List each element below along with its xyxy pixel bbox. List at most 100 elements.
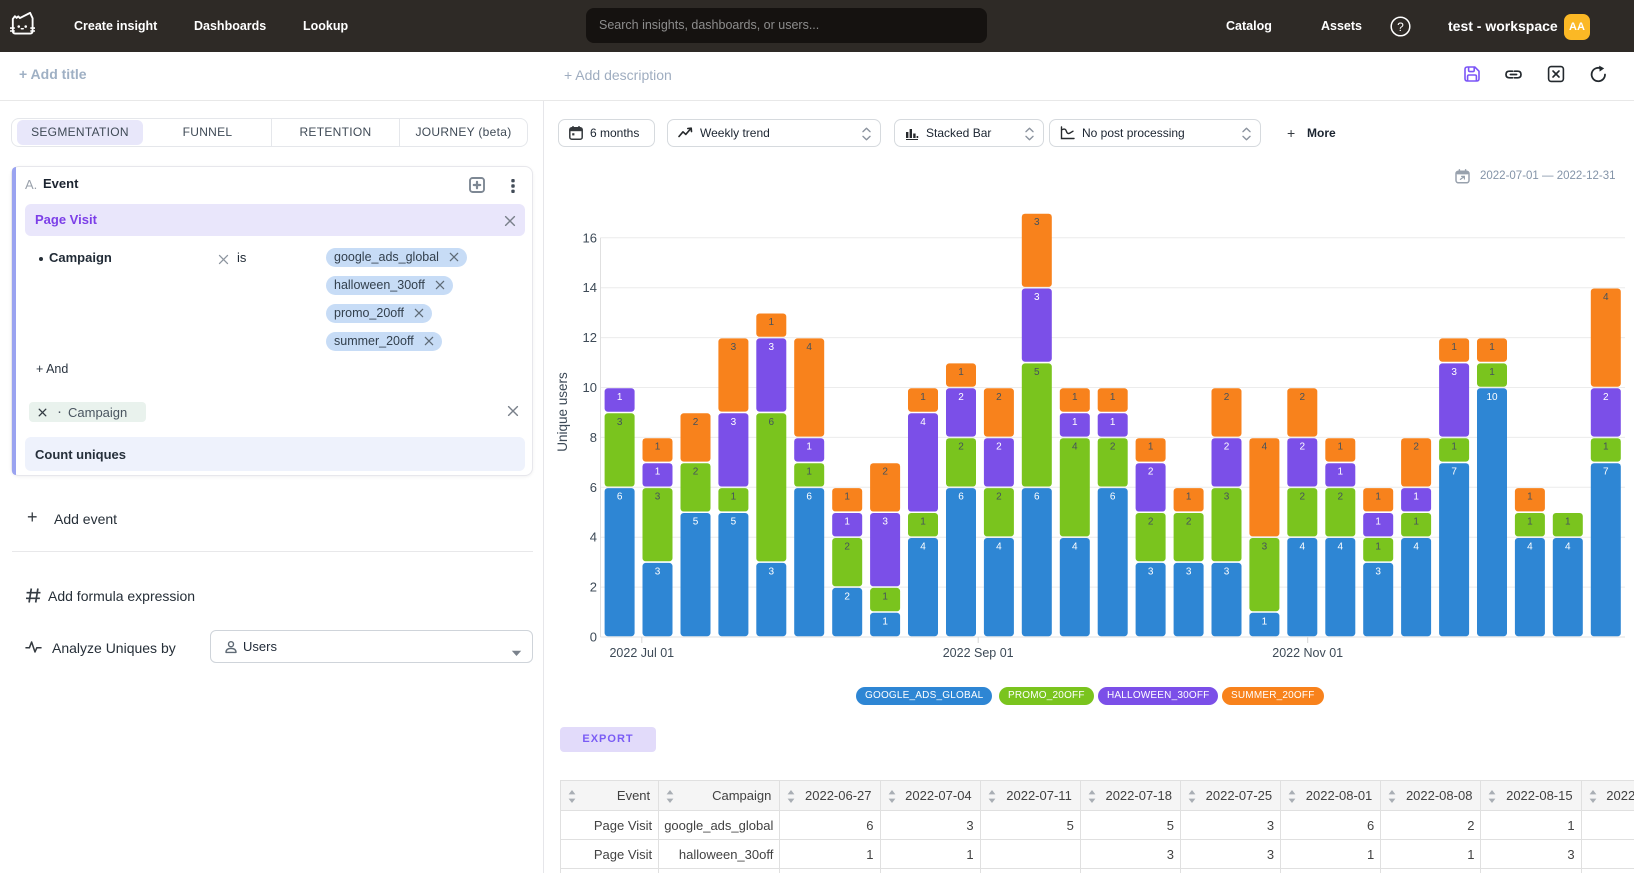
svg-text:2: 2	[1603, 392, 1609, 403]
svg-text:2: 2	[1224, 442, 1230, 453]
svg-text:5: 5	[731, 517, 737, 528]
svg-text:4: 4	[1527, 542, 1533, 553]
svg-text:1: 1	[731, 492, 737, 503]
svg-text:6: 6	[769, 417, 775, 428]
svg-text:6: 6	[590, 480, 597, 495]
svg-text:6: 6	[1110, 492, 1116, 503]
svg-text:1: 1	[844, 517, 850, 528]
svg-text:1: 1	[1413, 492, 1419, 503]
svg-text:3: 3	[769, 566, 775, 577]
svg-text:4: 4	[590, 530, 597, 545]
svg-text:6: 6	[806, 492, 812, 503]
svg-text:2: 2	[996, 492, 1002, 503]
svg-text:3: 3	[1034, 217, 1040, 228]
svg-text:3: 3	[731, 417, 737, 428]
svg-text:1: 1	[882, 591, 888, 602]
svg-text:3: 3	[1186, 566, 1192, 577]
svg-text:4: 4	[1413, 542, 1419, 553]
svg-text:2: 2	[882, 467, 888, 478]
svg-text:12: 12	[583, 330, 597, 345]
svg-text:2: 2	[996, 442, 1002, 453]
svg-text:2: 2	[1413, 442, 1419, 453]
svg-text:1: 1	[844, 492, 850, 503]
svg-text:7: 7	[1603, 467, 1609, 478]
svg-text:1: 1	[1148, 442, 1154, 453]
svg-text:1: 1	[1072, 392, 1078, 403]
svg-text:2: 2	[1300, 392, 1306, 403]
svg-text:4: 4	[1072, 542, 1078, 553]
svg-text:5: 5	[1034, 367, 1040, 378]
svg-text:2: 2	[1300, 442, 1306, 453]
svg-text:1: 1	[882, 616, 888, 627]
svg-text:6: 6	[1034, 492, 1040, 503]
svg-text:0: 0	[590, 630, 597, 645]
svg-text:1: 1	[920, 517, 926, 528]
svg-text:1: 1	[655, 467, 661, 478]
svg-text:1: 1	[1375, 542, 1381, 553]
svg-text:1: 1	[1110, 392, 1116, 403]
svg-text:3: 3	[1224, 566, 1230, 577]
svg-text:3: 3	[617, 417, 623, 428]
svg-text:1: 1	[1375, 517, 1381, 528]
svg-text:1: 1	[1110, 417, 1116, 428]
svg-text:3: 3	[655, 492, 661, 503]
svg-text:1: 1	[1186, 492, 1192, 503]
svg-text:4: 4	[920, 542, 926, 553]
svg-text:1: 1	[769, 317, 775, 328]
svg-text:4: 4	[996, 542, 1002, 553]
svg-text:4: 4	[1338, 542, 1344, 553]
svg-text:?: ?	[1397, 20, 1404, 34]
svg-text:1: 1	[1338, 442, 1344, 453]
svg-text:1: 1	[1489, 342, 1495, 353]
svg-text:1: 1	[617, 392, 623, 403]
svg-text:1: 1	[1527, 492, 1533, 503]
svg-text:4: 4	[1603, 292, 1609, 303]
svg-text:2: 2	[693, 467, 699, 478]
svg-text:1: 1	[1527, 517, 1533, 528]
svg-text:2: 2	[1338, 492, 1344, 503]
svg-text:Unique users: Unique users	[555, 372, 570, 452]
svg-text:3: 3	[769, 342, 775, 353]
svg-text:1: 1	[1451, 442, 1457, 453]
svg-text:2: 2	[958, 442, 964, 453]
svg-text:1: 1	[655, 442, 661, 453]
svg-text:8: 8	[590, 430, 597, 445]
svg-text:2: 2	[1186, 517, 1192, 528]
svg-text:1: 1	[1451, 342, 1457, 353]
svg-text:1: 1	[1072, 417, 1078, 428]
svg-text:2: 2	[1148, 467, 1154, 478]
svg-text:2: 2	[693, 417, 699, 428]
svg-text:1: 1	[1338, 467, 1344, 478]
svg-text:4: 4	[1300, 542, 1306, 553]
svg-text:1: 1	[920, 392, 926, 403]
svg-text:3: 3	[1262, 542, 1268, 553]
svg-text:1: 1	[1489, 367, 1495, 378]
svg-text:2: 2	[996, 392, 1002, 403]
svg-text:3: 3	[1375, 566, 1381, 577]
svg-text:1: 1	[1603, 442, 1609, 453]
svg-text:1: 1	[958, 367, 964, 378]
svg-text:1: 1	[1262, 616, 1268, 627]
svg-text:6: 6	[958, 492, 964, 503]
svg-text:3: 3	[1034, 292, 1040, 303]
svg-text:3: 3	[655, 566, 661, 577]
svg-text:1: 1	[1413, 517, 1419, 528]
svg-text:3: 3	[1451, 367, 1457, 378]
svg-text:2: 2	[844, 542, 850, 553]
svg-text:3: 3	[731, 342, 737, 353]
svg-text:4: 4	[806, 342, 812, 353]
svg-text:1: 1	[1565, 517, 1571, 528]
svg-text:2022 Nov 01: 2022 Nov 01	[1272, 646, 1343, 660]
svg-text:1: 1	[806, 467, 812, 478]
svg-text:3: 3	[1148, 566, 1154, 577]
svg-text:2022 Jul 01: 2022 Jul 01	[609, 646, 674, 660]
svg-text:2: 2	[590, 580, 597, 595]
svg-text:1: 1	[806, 442, 812, 453]
svg-text:2: 2	[844, 591, 850, 602]
svg-text:16: 16	[583, 230, 597, 245]
svg-text:7: 7	[1451, 467, 1457, 478]
svg-text:4: 4	[1072, 442, 1078, 453]
svg-text:4: 4	[1565, 542, 1571, 553]
svg-text:1: 1	[1375, 492, 1381, 503]
svg-text:2: 2	[1110, 442, 1116, 453]
